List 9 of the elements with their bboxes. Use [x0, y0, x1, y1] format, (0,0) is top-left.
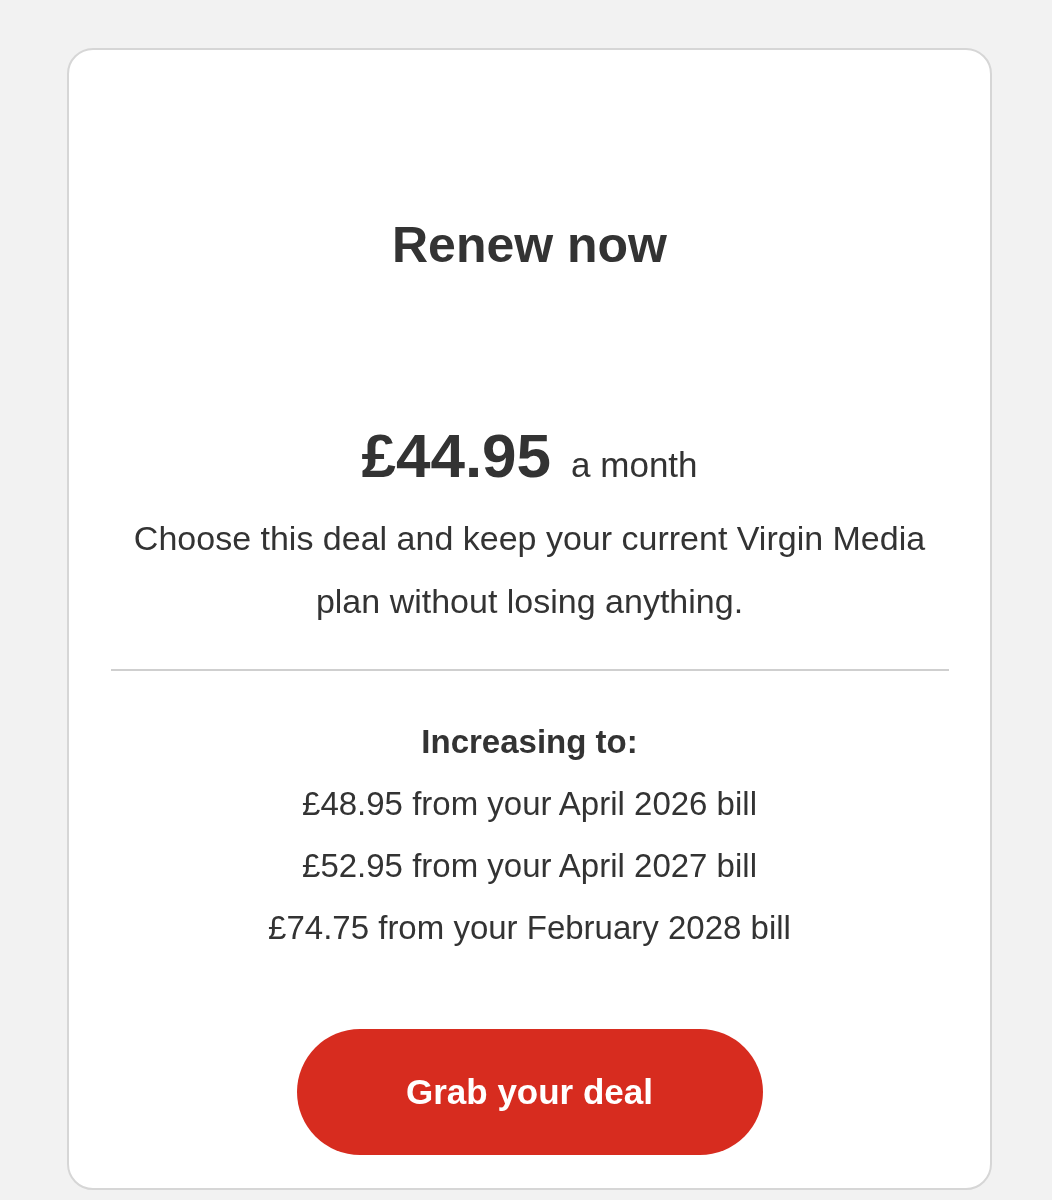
deal-description: Choose this deal and keep your current Virgin Media plan without losing anything.	[132, 518, 927, 622]
price-increase-line: £52.95 from your April 2027 bill	[302, 846, 757, 886]
increase-heading: Increasing to:	[421, 722, 638, 762]
card-title: Renew now	[392, 220, 667, 270]
price-amount: £44.95	[361, 425, 552, 487]
price-increase-line: £48.95 from your April 2026 bill	[302, 784, 757, 824]
grab-deal-button[interactable]: Grab your deal	[296, 1029, 763, 1155]
price-increase-line: £74.75 from your February 2028 bill	[268, 908, 791, 948]
price-period: a month	[571, 447, 698, 482]
